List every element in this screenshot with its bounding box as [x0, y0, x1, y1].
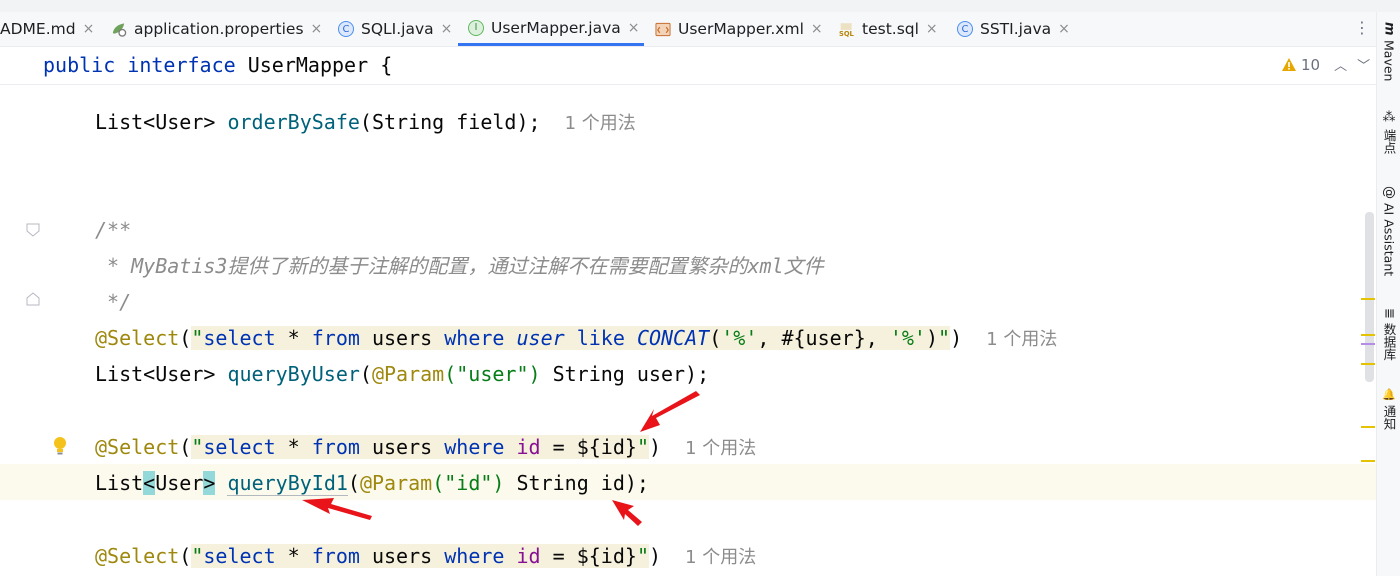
tab-label: SQLI.java — [361, 20, 434, 38]
ai-assistant-panel-button[interactable]: @ AI Assistant — [1377, 186, 1400, 276]
top-toolbar-strip — [0, 0, 1400, 12]
code-editor[interactable]: List<User> orderBySafe(String field); 1 … — [0, 84, 1376, 576]
warning-icon — [1282, 58, 1296, 71]
tab-label: application.properties — [134, 20, 304, 38]
database-panel-button[interactable]: ≣ 数据库 — [1377, 308, 1400, 360]
tab-label: ADME.md — [0, 20, 76, 38]
tab-application-properties[interactable]: application.properties × — [111, 12, 322, 46]
close-icon[interactable]: × — [441, 21, 453, 37]
java-interface-icon: I — [468, 19, 484, 36]
warning-marker[interactable] — [1361, 363, 1375, 365]
close-icon[interactable]: × — [1058, 21, 1070, 37]
svg-text:SQL: SQL — [839, 29, 855, 37]
tab-label: test.sql — [862, 20, 919, 38]
maven-panel-button[interactable]: m Maven — [1377, 22, 1400, 81]
tab-label: UserMapper.java — [491, 18, 621, 37]
close-icon[interactable]: × — [811, 21, 823, 37]
sticky-declaration: public interface UserMapper { — [43, 53, 393, 77]
tab-test-sql[interactable]: SQL test.sql × — [839, 12, 938, 46]
info-marker[interactable] — [1361, 343, 1375, 345]
tab-usermapper-xml[interactable]: UserMapper.xml × — [655, 12, 823, 46]
xml-icon — [655, 21, 671, 37]
close-icon[interactable]: × — [926, 21, 938, 37]
close-icon[interactable]: × — [628, 20, 640, 36]
vertical-scrollbar-thumb[interactable] — [1365, 212, 1374, 382]
java-class-icon: C — [957, 21, 973, 37]
tab-ssti-java[interactable]: C SSTI.java × — [957, 12, 1070, 46]
editor-tab-bar: ADME.md × application.properties × C SQL… — [0, 12, 1376, 47]
warning-marker[interactable] — [1361, 334, 1375, 336]
tab-label: SSTI.java — [980, 20, 1052, 38]
chevron-down-icon[interactable]: ﹀ — [1357, 55, 1370, 74]
endpoints-panel-button[interactable]: ⁂ 端点 — [1377, 110, 1400, 154]
maven-icon: m — [1381, 22, 1397, 36]
database-icon: ≣ — [1381, 308, 1397, 319]
tab-sqli-java[interactable]: C SQLI.java × — [338, 12, 452, 46]
tab-readme[interactable]: ADME.md × — [0, 12, 94, 46]
warning-marker[interactable] — [1361, 298, 1375, 300]
annotation-arrows — [302, 391, 700, 526]
chevron-up-icon[interactable]: ︿ — [1334, 55, 1347, 74]
tab-usermapper-java[interactable]: I UserMapper.java × — [458, 12, 644, 46]
arrow-to-argument — [612, 500, 642, 526]
properties-icon — [111, 21, 127, 37]
java-class-icon: C — [338, 21, 354, 37]
sticky-class-header: public interface UserMapper { 10 ︿ ﹀ — [0, 47, 1376, 85]
arrow-to-method — [302, 498, 372, 520]
inspection-widget[interactable]: 10 ︿ ﹀ — [1281, 55, 1370, 74]
tab-label: UserMapper.xml — [678, 20, 804, 38]
ai-assistant-icon: @ — [1381, 186, 1397, 199]
warning-count: 10 — [1301, 55, 1321, 74]
arrow-to-param — [640, 391, 700, 432]
bell-icon: 🔔 — [1382, 388, 1396, 402]
warning-marker[interactable] — [1361, 426, 1375, 428]
close-icon[interactable]: × — [311, 21, 323, 37]
close-icon[interactable]: × — [83, 21, 95, 37]
right-tool-window-bar: m Maven ⁂ 端点 @ AI Assistant ≣ 数据库 🔔 通知 — [1376, 12, 1400, 576]
sql-icon: SQL — [839, 21, 855, 37]
more-tabs-icon[interactable]: ⋮ — [1354, 18, 1370, 37]
notifications-panel-button[interactable]: 🔔 通知 — [1377, 388, 1400, 430]
warning-marker[interactable] — [1361, 460, 1375, 462]
endpoints-icon: ⁂ — [1381, 110, 1397, 125]
